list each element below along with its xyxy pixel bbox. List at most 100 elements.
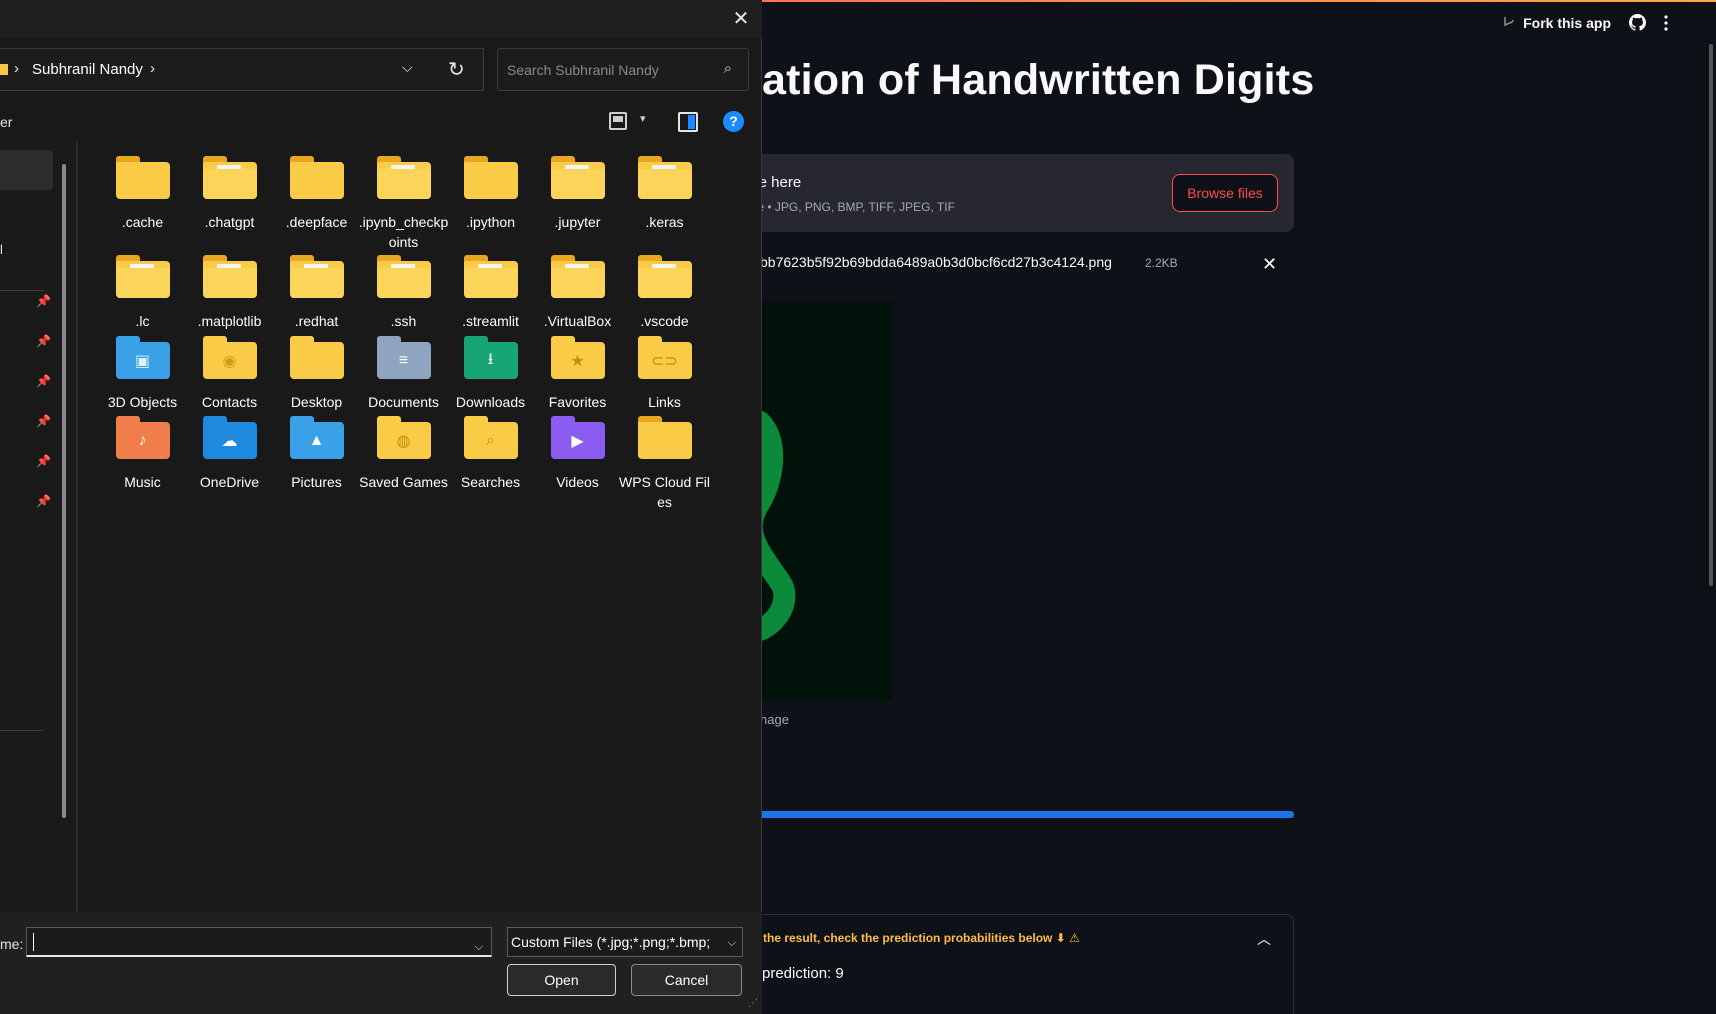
folder-icon — [202, 255, 257, 299]
folder-icon — [463, 255, 518, 299]
file-item-label: Links — [648, 394, 681, 410]
fork-app-link[interactable]: Fork this app — [1503, 15, 1611, 31]
onedrive-icon: ☁ — [202, 416, 257, 460]
file-item[interactable]: ◉ Contacts — [182, 336, 277, 412]
file-item[interactable]: ☁ OneDrive — [182, 416, 277, 492]
3d-objects-icon: ▣ — [115, 336, 170, 380]
chevron-up-icon[interactable]: ︿ — [1257, 929, 1271, 949]
text-caret — [33, 933, 34, 951]
pin-icon[interactable]: 📌 — [36, 454, 51, 468]
file-item[interactable]: .streamlit — [443, 255, 538, 331]
command-bar: er — [0, 102, 762, 142]
pin-icon[interactable]: 📌 — [36, 374, 51, 388]
new-folder-label[interactable]: er — [0, 114, 12, 130]
file-item-label: .streamlit — [462, 313, 519, 329]
folder-icon — [637, 156, 692, 200]
pictures-icon: ▲ — [289, 416, 344, 460]
file-item-label: Pictures — [291, 474, 342, 490]
searches-icon: ⌕ — [463, 416, 518, 460]
file-type-selected: Custom Files (*.jpg;*.png;*.bmp; — [511, 934, 711, 950]
breadcrumb-chevron-icon[interactable]: › — [150, 60, 155, 77]
change-view-icon[interactable] — [609, 112, 627, 130]
breadcrumb-user-folder[interactable]: Subhranil Nandy — [32, 61, 143, 78]
file-item[interactable]: .VirtualBox — [530, 255, 625, 331]
file-item[interactable]: ◍ Saved Games — [356, 416, 451, 492]
pane-splitter[interactable] — [76, 142, 78, 912]
folder-icon — [637, 416, 692, 460]
file-item-label: .deepface — [285, 214, 348, 230]
breadcrumb-separator-icon[interactable]: › — [14, 60, 19, 77]
cancel-button[interactable]: Cancel — [631, 964, 742, 996]
pin-icon[interactable]: 📌 — [36, 334, 51, 348]
file-type-select[interactable]: Custom Files (*.jpg;*.png;*.bmp; ⌵ — [507, 927, 743, 957]
nav-divider — [0, 290, 44, 291]
file-item[interactable]: ⌕ Searches — [443, 416, 538, 492]
file-item[interactable]: ★ Favorites — [530, 336, 625, 412]
file-item[interactable]: .deepface — [269, 156, 364, 232]
file-item[interactable]: .chatgpt — [182, 156, 277, 232]
file-item-label: Contacts — [201, 394, 258, 410]
file-item[interactable]: .jupyter — [530, 156, 625, 232]
browse-files-button[interactable]: Browse files — [1172, 174, 1278, 212]
file-name-chevron-down-icon[interactable]: ⌵ — [475, 934, 483, 960]
progress-bar — [700, 811, 1294, 818]
page-scrollbar[interactable] — [1709, 44, 1713, 586]
nav-divider — [0, 730, 44, 731]
links-icon: ⊂⊃ — [637, 336, 692, 380]
search-icon[interactable]: ⌕ — [724, 60, 732, 77]
nav-scrollbar[interactable] — [62, 164, 66, 818]
file-item[interactable]: .keras — [617, 156, 712, 232]
open-button[interactable]: Open — [507, 964, 616, 996]
file-item[interactable]: ≡ Documents — [356, 336, 451, 412]
file-item[interactable]: .redhat — [269, 255, 364, 331]
view-options-chevron-down-icon[interactable]: ▾ — [640, 112, 646, 125]
prediction-expander[interactable]: the result, check the prediction probabi… — [700, 914, 1294, 1014]
file-item[interactable]: ▣ 3D Objects — [95, 336, 190, 412]
dialog-close-icon[interactable]: ✕ — [730, 8, 752, 30]
remove-file-close-icon[interactable]: ✕ — [1262, 254, 1277, 275]
file-item-label: Desktop — [290, 394, 343, 410]
navigation-pane: l 📌 📌 📌 📌 📌 📌 — [0, 142, 76, 912]
github-icon[interactable] — [1629, 14, 1646, 31]
pin-icon[interactable]: 📌 — [36, 494, 51, 508]
nav-item-label[interactable]: l — [0, 242, 3, 257]
folder-icon — [550, 255, 605, 299]
file-item-label: Documents — [368, 394, 439, 410]
file-open-dialog: ✕ › Subhranil Nandy › ⌵ ↻ Search Subhran… — [0, 0, 762, 1014]
file-item[interactable]: .cache — [95, 156, 190, 232]
kebab-menu-icon[interactable] — [1664, 14, 1668, 31]
file-type-chevron-down-icon[interactable]: ⌵ — [724, 929, 736, 956]
file-uploader-dropzone[interactable]: ile here ile • JPG, PNG, BMP, TIFF, JPEG… — [700, 154, 1294, 232]
file-item[interactable]: ⊂⊃ Links — [617, 336, 712, 412]
address-bar[interactable]: › Subhranil Nandy › ⌵ ↻ — [0, 48, 484, 91]
pin-icon[interactable]: 📌 — [36, 414, 51, 428]
resize-grip-icon[interactable]: ⋰ — [748, 998, 758, 1009]
file-item[interactable]: .ipynb_checkpoints — [356, 156, 451, 252]
file-item-label: .matplotlib — [197, 313, 262, 329]
file-item[interactable]: .matplotlib — [182, 255, 277, 331]
file-item[interactable]: WPS Cloud Files — [617, 416, 712, 512]
nav-item-selected[interactable] — [0, 150, 53, 190]
file-item-label: .redhat — [294, 313, 339, 329]
prediction-text: prediction: 9 — [762, 965, 844, 982]
file-item[interactable]: ▲ Pictures — [269, 416, 364, 492]
file-item[interactable]: .lc — [95, 255, 190, 331]
file-item[interactable]: .ssh — [356, 255, 451, 331]
file-item[interactable]: ♪ Music — [95, 416, 190, 492]
help-icon[interactable]: ? — [723, 111, 744, 132]
refresh-icon[interactable]: ↻ — [448, 57, 465, 82]
file-name-input[interactable]: ⌵ — [26, 927, 492, 957]
file-item[interactable]: .vscode — [617, 255, 712, 331]
search-input[interactable]: Search Subhranil Nandy ⌕ — [497, 48, 749, 91]
file-item[interactable]: ⭳ Downloads — [443, 336, 538, 412]
file-item[interactable]: .ipython — [443, 156, 538, 232]
fork-icon — [1503, 16, 1515, 30]
file-item-label: .cache — [121, 214, 164, 230]
pin-icon[interactable]: 📌 — [36, 294, 51, 308]
file-item-label: .ssh — [390, 313, 417, 329]
address-history-chevron-down-icon[interactable]: ⌵ — [402, 59, 413, 76]
preview-pane-icon[interactable] — [678, 112, 698, 132]
file-item[interactable]: ▶ Videos — [530, 416, 625, 492]
file-item-label: Videos — [556, 474, 599, 490]
file-item[interactable]: Desktop — [269, 336, 364, 412]
